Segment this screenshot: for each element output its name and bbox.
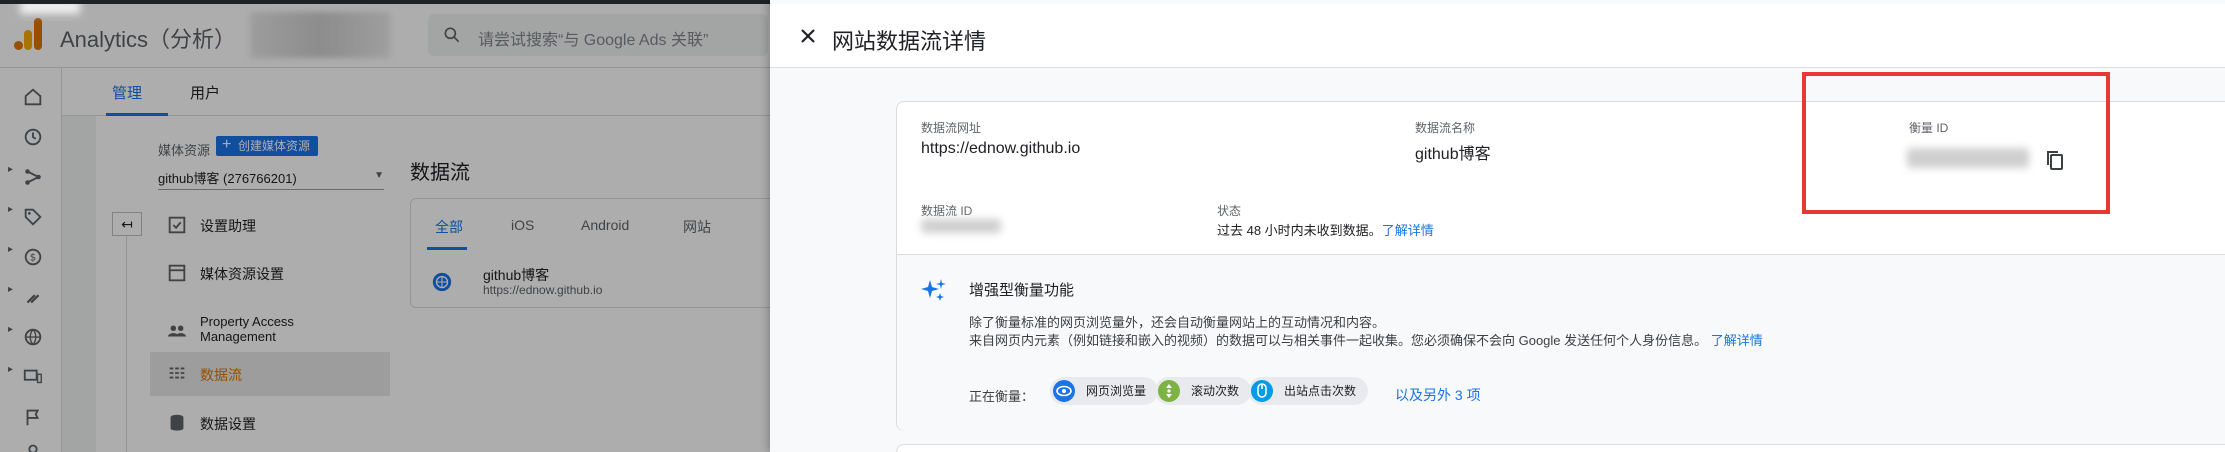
drawer-header: 网站数据流详情 [770,4,2225,68]
enhanced-learn-more-link[interactable]: 了解详情 [1711,333,1763,348]
enhanced-desc-text: 来自网页内元素（例如链接和嵌入的视频）的数据可以与相关事件一起收集。您必须确保不… [969,333,1708,348]
status-text: 过去 48 小时内未收到数据。 [1217,223,1382,238]
stream-url-value: https://ednow.github.io [921,140,1081,157]
highlight-annotation-box [1802,72,2110,214]
stream-name-value: github博客 [1415,146,1491,163]
more-features-link[interactable]: 以及另外 3 项 [1395,385,1481,405]
scroll-icon [1158,380,1180,402]
status-label: 状态 [1217,204,1242,218]
mouse-icon [1251,380,1273,402]
chip-outbound-clicks: 出站点击次数 [1248,377,1369,405]
chip-label: 出站点击次数 [1284,384,1357,398]
next-section-card [896,444,2225,452]
enhanced-measurement-section[interactable]: 增强型衡量功能 除了衡量标准的网页浏览量外，还会自动衡量网站上的互动情况和内容。… [897,255,2225,431]
chip-label: 网页浏览量 [1086,384,1147,398]
enhanced-measurement-title: 增强型衡量功能 [969,282,1075,299]
stream-url-label: 数据流网址 [921,121,982,135]
status-learn-more-link[interactable]: 了解详情 [1382,223,1434,238]
redacted-stream-id [921,219,1001,233]
stream-name-label: 数据流名称 [1415,121,1476,135]
drawer-title: 网站数据流详情 [832,29,987,54]
chip-scrolls: 滚动次数 [1155,377,1252,405]
close-icon[interactable] [796,24,820,48]
enhanced-desc-line1: 除了衡量标准的网页浏览量外，还会自动衡量网站上的互动情况和内容。 [969,315,1386,330]
stream-details-drawer: 网站数据流详情 数据流网址 https://ednow.github.io 数据… [770,0,2225,452]
modal-scrim[interactable] [0,0,770,452]
eye-icon [1053,380,1075,402]
status-value: 过去 48 小时内未收到数据。了解详情 [1217,220,1434,239]
chip-label: 滚动次数 [1191,384,1240,398]
enhanced-desc-line2: 来自网页内元素（例如链接和嵌入的视频）的数据可以与相关事件一起收集。您必须确保不… [969,330,1763,349]
sparkle-icon [921,277,947,303]
chip-page-views: 网页浏览量 [1050,377,1159,405]
measuring-label: 正在衡量： [969,389,1035,404]
stream-id-label: 数据流 ID [921,204,973,218]
